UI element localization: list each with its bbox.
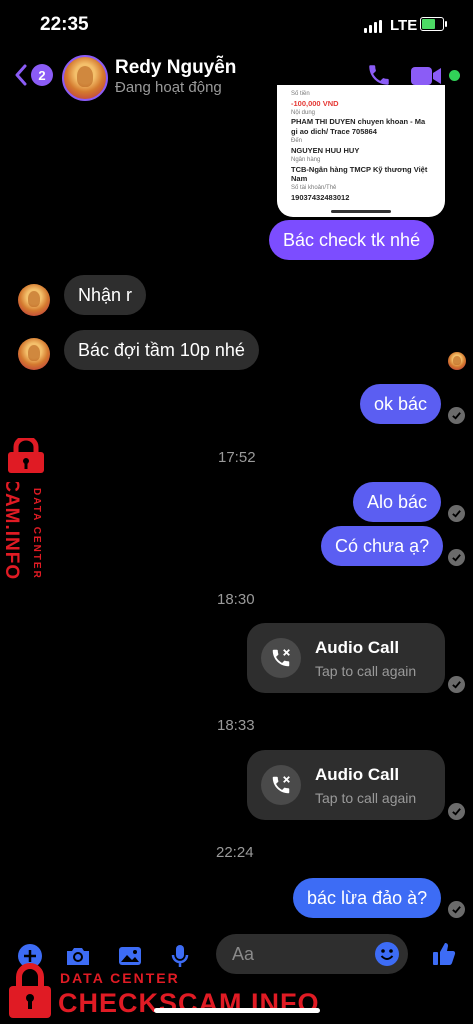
receipt-bank-label: Ngân hàng (291, 157, 321, 163)
timestamp: 18:33 (217, 717, 255, 734)
message-outgoing[interactable]: bác lừa đảo à? (293, 878, 442, 918)
signal-icon (364, 20, 382, 33)
back-chevron-icon (15, 64, 27, 86)
back-button[interactable]: 2 (14, 62, 54, 88)
call-subtitle: Tap to call again (315, 663, 417, 679)
unread-badge: 2 (31, 64, 53, 86)
message-incoming[interactable]: Bác đợi tầm 10p nhé (64, 330, 259, 370)
checkmark-icon (448, 803, 465, 820)
call-subtitle: Tap to call again (315, 790, 417, 806)
message-outgoing[interactable]: ok bác (360, 384, 442, 424)
message-input-placeholder: Aa (232, 944, 255, 964)
message-outgoing[interactable]: Có chưa ạ? (321, 526, 444, 566)
video-camera-icon[interactable] (410, 65, 442, 87)
call-title: Audio Call (315, 638, 400, 657)
battery-icon (420, 17, 447, 31)
receipt-home-bar (331, 210, 391, 213)
receipt-amount: -100,000 VND (291, 98, 339, 108)
checkmark-icon (448, 505, 465, 522)
receipt-amount-label: Số tiền (291, 91, 310, 97)
phone-icon[interactable] (366, 62, 392, 88)
contact-name[interactable]: Redy Nguyễn (115, 57, 236, 79)
microphone-icon[interactable] (166, 942, 194, 970)
status-time: 22:35 (40, 14, 89, 35)
receipt-content-label: Nội dung (291, 109, 316, 116)
checkmark-icon (448, 676, 465, 693)
thumbs-up-icon[interactable] (430, 940, 458, 968)
image-icon[interactable] (116, 942, 144, 970)
message-outgoing[interactable]: Alo bác (353, 482, 442, 522)
timestamp: 22:24 (216, 844, 254, 861)
lock-icon (8, 438, 44, 473)
receipt-content: PHAM THI DUYEN chuyen khoan - Ma gi ao d… (291, 117, 426, 136)
checkmark-icon (448, 549, 465, 566)
online-indicator (449, 70, 460, 81)
contact-avatar[interactable] (62, 55, 108, 101)
camera-icon[interactable] (64, 942, 92, 970)
call-title: Audio Call (315, 765, 400, 784)
read-receipt-avatar (448, 352, 466, 370)
network-label: LTE (390, 17, 418, 34)
message-incoming[interactable]: Nhận r (64, 275, 147, 315)
audio-call-card[interactable]: Audio Call Tap to call again (247, 623, 445, 693)
receipt-to-label: Đến (291, 138, 303, 145)
emoji-icon[interactable] (374, 941, 400, 967)
watermark-label-text: DATA CENTER (31, 488, 42, 580)
audio-call-card[interactable]: Audio Call Tap to call again (247, 750, 445, 820)
timestamp: 17:52 (218, 449, 256, 466)
checkmark-icon (448, 407, 465, 424)
message-outgoing[interactable]: Bác check tk nhé (269, 220, 435, 260)
lock-icon (9, 963, 51, 1018)
contact-status: Đang hoạt động (115, 79, 222, 96)
watermark-vertical-label: DATA CENTER (31, 488, 42, 580)
receipt-account-label: Số tài khoản/Thẻ (291, 185, 337, 192)
missed-call-icon (261, 638, 301, 678)
receipt-account: 19037432483012 (291, 192, 350, 202)
sender-avatar (18, 338, 50, 370)
timestamp: 18:30 (217, 591, 255, 608)
watermark-site-text: CHECKSCAM.INFO (6, 482, 22, 580)
watermark-site: CHECKSCAM.INFO (58, 988, 320, 1018)
checkmark-icon (448, 901, 465, 918)
receipt-bank: TCB-Ngân hàng TMCP Kỹ thương Việt Nam (291, 164, 428, 183)
watermark-data-center: DATA CENTER (60, 970, 180, 986)
receipt-to: NGUYEN HUU HUY (291, 145, 360, 155)
home-indicator (154, 1008, 320, 1013)
message-input[interactable]: Aa (216, 934, 408, 974)
shared-receipt-image[interactable]: Số tiền -100,000 VND Nội dung PHAM THI D… (277, 85, 445, 217)
missed-call-icon (261, 765, 301, 805)
sender-avatar (18, 284, 50, 316)
